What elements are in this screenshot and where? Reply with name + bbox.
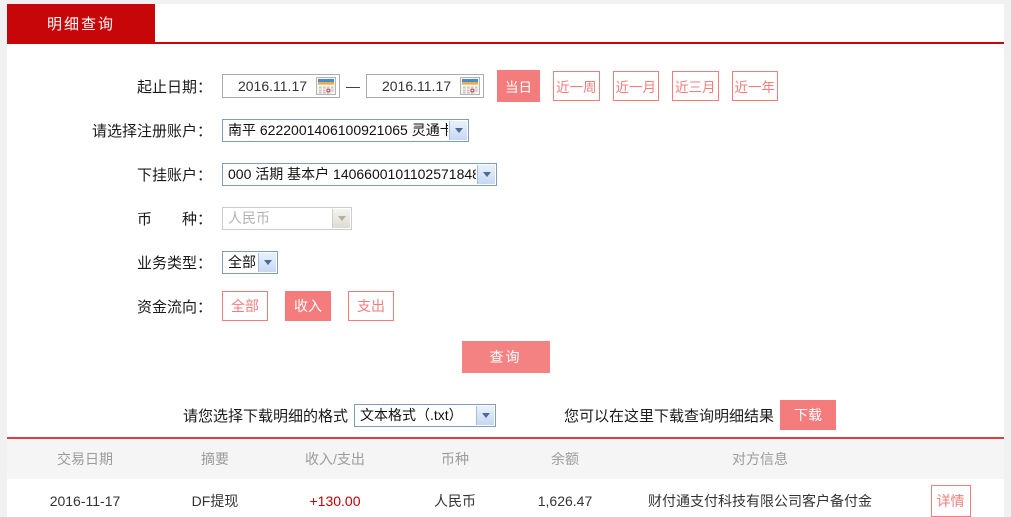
date-range-label: 起止日期： xyxy=(136,78,212,96)
currency-value: 人民币 xyxy=(228,210,270,226)
sub-account-select[interactable]: 000 活期 基本户 1406600101102571848 xyxy=(222,162,497,186)
date-range-row: 起止日期： 2016.11.17 — 2016.11.17 当日 近一周 近一月… xyxy=(7,70,1004,102)
calendar-icon[interactable] xyxy=(316,77,336,95)
query-button[interactable]: 查询 xyxy=(461,341,550,373)
chevron-down-icon xyxy=(449,120,467,140)
register-account-row: 请选择注册账户： 南平 6222001406100921065 灵通卡 xyxy=(7,118,1004,142)
date-range-separator: — xyxy=(346,78,360,94)
download-hint: 您可以在这里下载查询明细结果 xyxy=(564,407,775,425)
header-counterparty: 对方信息 xyxy=(732,451,788,467)
header-trade-date: 交易日期 xyxy=(57,451,113,467)
cell-amount: +130.00 xyxy=(309,492,361,509)
chevron-down-icon xyxy=(258,252,276,272)
download-row: 请您选择下载明细的格式 文本格式（.txt） 您可以在这里下载查询明细结果 下载 xyxy=(183,400,1004,430)
header-balance: 余额 xyxy=(551,451,579,467)
chevron-down-icon xyxy=(332,208,350,228)
sub-account-label: 下挂账户： xyxy=(136,166,212,184)
sub-account-value: 000 活期 基本户 1406600101102571848 xyxy=(228,166,476,182)
end-date-input[interactable]: 2016.11.17 xyxy=(366,74,484,98)
download-format-value: 文本格式（.txt） xyxy=(360,407,463,423)
currency-label: 币 种： xyxy=(136,210,212,228)
result-table: 交易日期 摘要 收入/支出 币种 余额 对方信息 2016-11-17 DF提现… xyxy=(7,437,1004,517)
content-panel: 明细查询 起止日期： 2016.11.17 — 2016.11.17 当日 近一… xyxy=(7,4,1004,517)
chevron-down-icon xyxy=(476,405,495,425)
header-income-expense: 收入/支出 xyxy=(305,451,365,467)
query-button-row: 查询 xyxy=(7,341,1004,373)
cell-counterparty: 财付通支付科技有限公司客户备付金 xyxy=(648,492,872,509)
download-format-select[interactable]: 文本格式（.txt） xyxy=(354,403,497,427)
quick-range-month-button[interactable]: 近一月 xyxy=(612,71,659,101)
fund-flow-income-button[interactable]: 收入 xyxy=(285,291,331,321)
chevron-down-icon xyxy=(477,164,495,184)
business-type-label: 业务类型： xyxy=(136,254,212,272)
currency-select: 人民币 xyxy=(222,206,352,230)
quick-range-year-button[interactable]: 近一年 xyxy=(731,71,778,101)
cell-balance: 1,626.47 xyxy=(537,492,593,509)
register-account-value: 南平 6222001406100921065 灵通卡 xyxy=(228,122,448,138)
fund-flow-all-button[interactable]: 全部 xyxy=(222,291,268,321)
header-summary: 摘要 xyxy=(201,451,229,467)
register-account-label: 请选择注册账户： xyxy=(91,122,212,140)
download-format-label: 请您选择下载明细的格式 xyxy=(183,407,349,425)
start-date-input[interactable]: 2016.11.17 xyxy=(222,74,340,98)
calendar-icon[interactable] xyxy=(460,77,480,95)
business-type-select[interactable]: 全部 xyxy=(222,250,278,274)
table-row: 2016-11-17 DF提现 +130.00 人民币 1,626.47 财付通… xyxy=(7,479,1004,517)
fund-flow-label: 资金流向： xyxy=(136,298,212,316)
fund-flow-row: 资金流向： 全部 收入 支出 xyxy=(7,291,1004,321)
download-button[interactable]: 下载 xyxy=(780,400,837,430)
tab-detail-query[interactable]: 明细查询 xyxy=(7,4,155,42)
start-date-value: 2016.11.17 xyxy=(237,78,308,94)
detail-button[interactable]: 详情 xyxy=(930,484,971,517)
cell-trade-date: 2016-11-17 xyxy=(49,492,121,509)
sub-account-row: 下挂账户： 000 活期 基本户 1406600101102571848 xyxy=(7,162,1004,186)
quick-range-quarter-button[interactable]: 近三月 xyxy=(672,71,719,101)
business-type-row: 业务类型： 全部 xyxy=(7,250,1004,274)
query-form: 起止日期： 2016.11.17 — 2016.11.17 当日 近一周 近一月… xyxy=(7,44,1004,430)
header-currency: 币种 xyxy=(441,451,469,467)
end-date-value: 2016.11.17 xyxy=(381,78,452,94)
quick-range-today-button[interactable]: 当日 xyxy=(497,70,540,102)
fund-flow-expense-button[interactable]: 支出 xyxy=(348,291,394,321)
register-account-select[interactable]: 南平 6222001406100921065 灵通卡 xyxy=(222,118,469,142)
tab-bar: 明细查询 xyxy=(7,4,1004,44)
cell-summary: DF提现 xyxy=(191,492,239,509)
business-type-value: 全部 xyxy=(228,254,256,270)
currency-row: 币 种： 人民币 xyxy=(7,206,1004,230)
cell-currency: 人民币 xyxy=(434,492,476,509)
table-header-row: 交易日期 摘要 收入/支出 币种 余额 对方信息 xyxy=(7,439,1004,479)
quick-range-week-button[interactable]: 近一周 xyxy=(553,71,600,101)
